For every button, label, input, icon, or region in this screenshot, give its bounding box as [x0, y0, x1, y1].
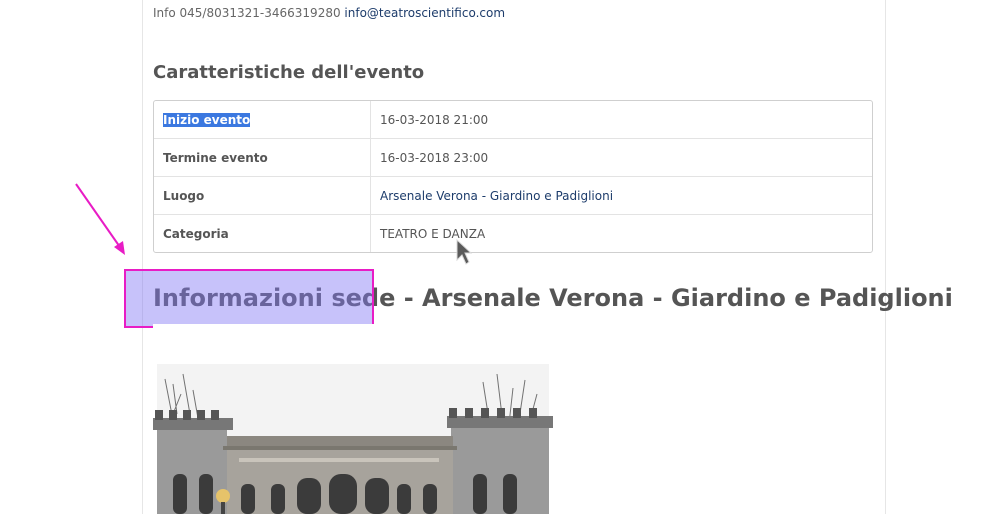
- table-row: Categoria TEATRO E DANZA: [154, 215, 872, 252]
- contact-phone: Info 045/8031321-3466319280: [153, 6, 341, 20]
- contact-info: Info 045/8031321-3466319280 info@teatros…: [153, 6, 505, 20]
- category-label: Categoria: [154, 215, 371, 252]
- table-row: Termine evento 16-03-2018 23:00: [154, 139, 872, 177]
- table-row: Inizio evento 16-03-2018 21:00: [154, 101, 872, 139]
- venue-photo: [153, 324, 553, 514]
- event-start-value: 16-03-2018 21:00: [371, 101, 872, 139]
- contact-email-link[interactable]: info@teatroscientifico.com: [344, 6, 505, 20]
- event-end-value: 16-03-2018 23:00: [371, 139, 872, 177]
- category-value: TEATRO E DANZA: [380, 226, 486, 241]
- selected-text[interactable]: Inizio evento: [163, 112, 251, 127]
- annotation-highlight-box: [124, 269, 374, 328]
- mouse-cursor-icon: [456, 238, 473, 265]
- event-end-label: Termine evento: [154, 139, 371, 177]
- location-value: Arsenale Verona - Giardino e Padiglioni: [371, 177, 872, 215]
- pointer-arrow-icon: [75, 183, 125, 255]
- location-label: Luogo: [154, 177, 371, 215]
- table-row: Luogo Arsenale Verona - Giardino e Padig…: [154, 177, 872, 215]
- event-start-label: Inizio evento: [154, 101, 371, 139]
- location-link[interactable]: Arsenale Verona - Giardino e Padiglioni: [380, 189, 613, 203]
- event-details-table: Inizio evento 16-03-2018 21:00 Termine e…: [153, 100, 873, 253]
- event-section-title: Caratteristiche dell'evento: [153, 62, 425, 83]
